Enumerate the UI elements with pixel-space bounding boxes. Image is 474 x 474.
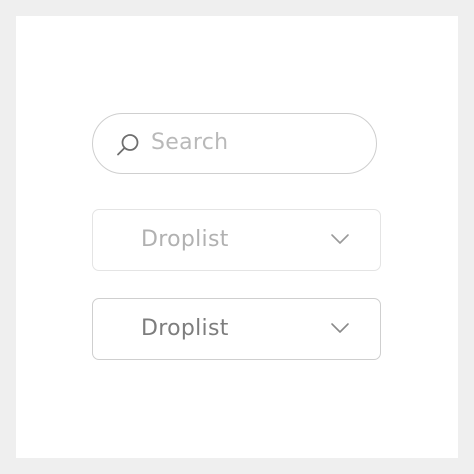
chevron-down-icon <box>331 234 349 244</box>
droplist-disabled[interactable]: Droplist <box>92 209 381 271</box>
droplist-label: Droplist <box>141 316 229 341</box>
droplist-label: Droplist <box>141 227 229 252</box>
search-input[interactable]: Search <box>92 113 377 174</box>
chevron-down-icon <box>331 323 349 333</box>
canvas-background: Search Droplist Droplist <box>0 0 474 474</box>
droplist-enabled[interactable]: Droplist <box>92 298 381 360</box>
search-placeholder: Search <box>151 130 229 155</box>
search-icon <box>117 134 139 156</box>
